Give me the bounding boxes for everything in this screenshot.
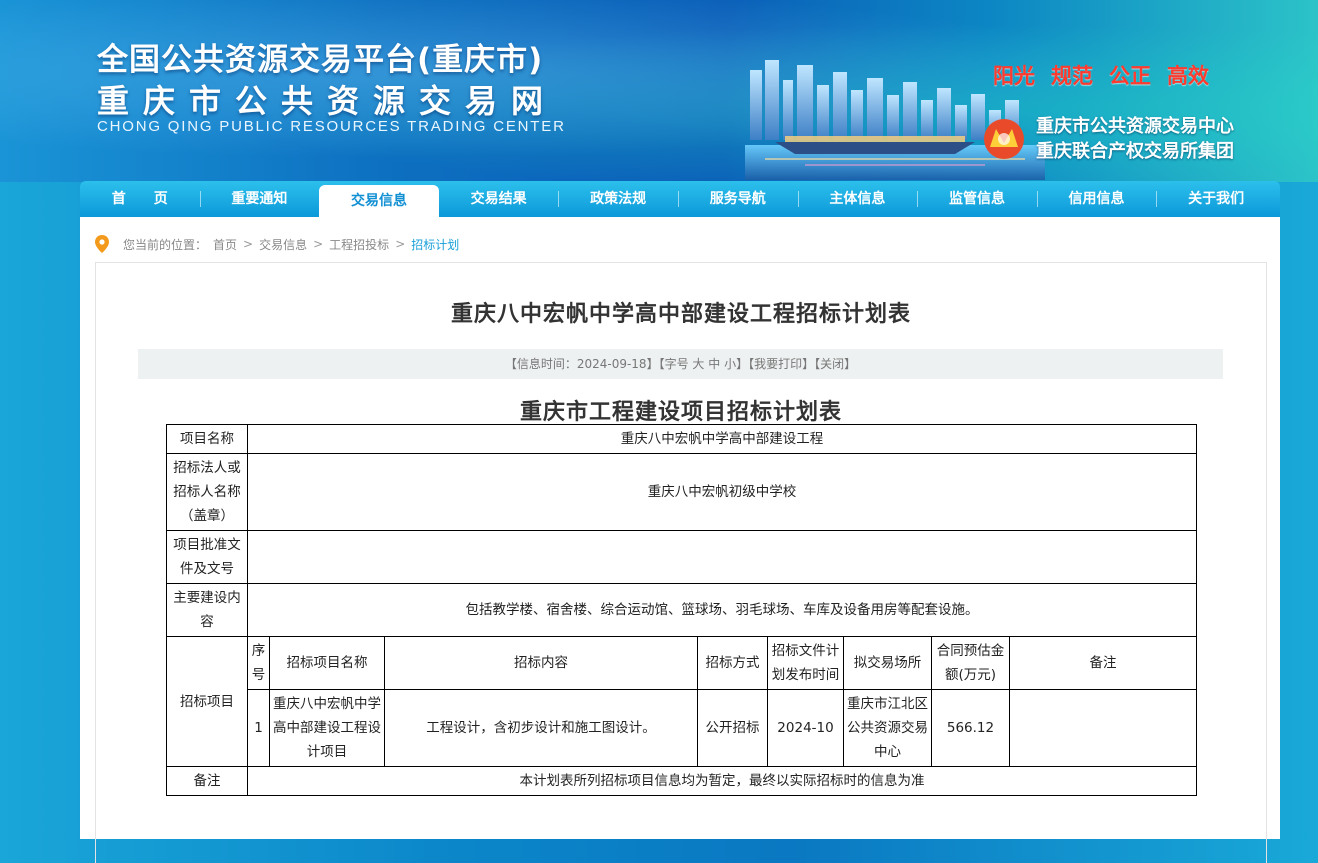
breadcrumb-separator: > bbox=[313, 237, 324, 251]
col-header-no: 序号 bbox=[247, 636, 270, 690]
font-medium-link[interactable]: 中 bbox=[708, 357, 720, 371]
col-header-name: 招标项目名称 bbox=[269, 636, 385, 690]
nav-item-service-guide[interactable]: 服务导航 bbox=[677, 181, 798, 217]
nav-item-policies[interactable]: 政策法规 bbox=[558, 181, 678, 217]
nav-item-entity-info[interactable]: 主体信息 bbox=[797, 181, 918, 217]
nav-item-supervision[interactable]: 监管信息 bbox=[917, 181, 1037, 217]
cell-remark bbox=[1009, 689, 1197, 767]
nav-item-home[interactable]: 首 页 bbox=[80, 181, 200, 217]
scope-label: 主要建设内容 bbox=[166, 583, 248, 637]
close-link[interactable]: 【关闭】 bbox=[814, 357, 856, 371]
main-content: 您当前的位置： 首页 > 交易信息 > 工程招投标 > 招标计划 重庆八中宏帆中… bbox=[80, 217, 1280, 863]
nav-item-notices[interactable]: 重要通知 bbox=[199, 181, 320, 217]
font-size-end: 】 bbox=[736, 357, 749, 371]
cell-method: 公开招标 bbox=[697, 689, 768, 767]
project-name-value: 重庆八中宏帆中学高中部建设工程 bbox=[247, 424, 1197, 454]
font-small-link[interactable]: 小 bbox=[724, 357, 736, 371]
breadcrumb-engineering[interactable]: 工程招投标 bbox=[329, 236, 389, 253]
col-header-content: 招标内容 bbox=[384, 636, 698, 690]
tenderer-label: 招标法人或招标人名称（盖章） bbox=[166, 453, 248, 531]
items-label: 招标项目 bbox=[166, 636, 248, 767]
col-header-venue: 拟交易场所 bbox=[843, 636, 932, 690]
organization-names: 重庆市公共资源交易中心 重庆联合产权交易所集团 bbox=[1036, 114, 1234, 164]
scope-value: 包括教学楼、宿舍楼、综合运动馆、篮球场、羽毛球场、车库及设备用房等配套设施。 bbox=[247, 583, 1197, 637]
breadcrumb-current[interactable]: 招标计划 bbox=[411, 236, 459, 253]
col-header-amount: 合同预估金额(万元) bbox=[931, 636, 1010, 690]
site-title-line2[interactable]: 重庆市公共资源交易网 bbox=[97, 76, 557, 122]
slogan-1: 阳光 bbox=[993, 64, 1035, 88]
breadcrumb-home[interactable]: 首页 bbox=[213, 236, 237, 253]
slogan-2: 规范 bbox=[1051, 64, 1093, 88]
cell-publish-time: 2024-10 bbox=[767, 689, 844, 767]
table-row: 备注 本计划表所列招标项目信息均为暂定，最终以实际招标时的信息为准 bbox=[166, 766, 1197, 796]
tenderer-value: 重庆八中宏帆初级中学校 bbox=[247, 453, 1197, 531]
info-time: 【信息时间：2024-09-18】 bbox=[504, 357, 659, 371]
note-value: 本计划表所列招标项目信息均为暂定，最终以实际招标时的信息为准 bbox=[247, 766, 1197, 796]
org-name-2: 重庆联合产权交易所集团 bbox=[1036, 141, 1234, 162]
breadcrumb-prefix: 您当前的位置： bbox=[123, 237, 208, 252]
col-header-publish-time: 招标文件计划发布时间 bbox=[767, 636, 844, 690]
bid-plan-table: 项目名称 重庆八中宏帆中学高中部建设工程 招标法人或招标人名称（盖章） 重庆八中… bbox=[166, 424, 1197, 796]
location-pin-icon bbox=[95, 235, 109, 253]
nav-item-about[interactable]: 关于我们 bbox=[1156, 181, 1276, 217]
table-row: 项目名称 重庆八中宏帆中学高中部建设工程 bbox=[166, 424, 1197, 454]
approval-label: 项目批准文件及文号 bbox=[166, 530, 248, 584]
table-row: 1 重庆八中宏帆中学高中部建设工程设计项目 工程设计，含初步设计和施工图设计。 … bbox=[167, 689, 1197, 767]
article-title: 重庆八中宏帆中学高中部建设工程招标计划表 bbox=[450, 301, 911, 327]
font-large-link[interactable]: 大 bbox=[692, 357, 704, 371]
table-title: 重庆市工程建设项目招标计划表 bbox=[519, 399, 842, 425]
main-nav: 首 页 重要通知 交易信息 交易结果 政策法规 服务导航 主体信息 监管信息 信… bbox=[80, 181, 1280, 217]
article-box: 重庆八中宏帆中学高中部建设工程招标计划表 【信息时间：2024-09-18】【字… bbox=[95, 262, 1267, 863]
slogan-4: 高效 bbox=[1167, 64, 1209, 88]
cell-no: 1 bbox=[247, 689, 270, 767]
breadcrumb-trading-info[interactable]: 交易信息 bbox=[259, 236, 307, 253]
cell-content: 工程设计，含初步设计和施工图设计。 bbox=[384, 689, 698, 767]
cell-venue: 重庆市江北区公共资源交易中心 bbox=[843, 689, 932, 767]
breadcrumb: 您当前的位置： 首页 > 交易信息 > 工程招投标 > 招标计划 bbox=[95, 235, 459, 253]
font-size-label: 【字号 bbox=[658, 357, 689, 371]
org-name-1: 重庆市公共资源交易中心 bbox=[1036, 116, 1234, 137]
breadcrumb-separator: > bbox=[243, 237, 254, 251]
slogan-3: 公正 bbox=[1109, 64, 1151, 88]
project-name-label: 项目名称 bbox=[166, 424, 248, 454]
cell-amount: 566.12 bbox=[931, 689, 1010, 767]
breadcrumb-separator: > bbox=[395, 237, 406, 251]
table-row: 项目批准文件及文号 bbox=[166, 530, 1197, 584]
table-row: 招标法人或招标人名称（盖章） 重庆八中宏帆初级中学校 bbox=[166, 453, 1197, 531]
cell-name: 重庆八中宏帆中学高中部建设工程设计项目 bbox=[269, 689, 385, 767]
table-row: 主要建设内容 包括教学楼、宿舍楼、综合运动馆、篮球场、羽毛球场、车库及设备用房等… bbox=[166, 583, 1197, 637]
site-header: 全国公共资源交易平台(重庆市) 重庆市公共资源交易网 CHONG QING PU… bbox=[0, 0, 1318, 182]
slogans: 阳光 规范 公正 高效 bbox=[993, 60, 1209, 90]
note-label: 备注 bbox=[166, 766, 248, 796]
table-header-row: 招标项目 序号 招标项目名称 招标内容 招标方式 招标文件计划发布时间 拟交易场… bbox=[166, 636, 1197, 767]
site-title-english: CHONG QING PUBLIC RESOURCES TRADING CENT… bbox=[97, 118, 566, 135]
nav-item-trading-results[interactable]: 交易结果 bbox=[439, 181, 559, 217]
org-logo-icon bbox=[984, 119, 1024, 159]
site-title-line1[interactable]: 全国公共资源交易平台(重庆市) bbox=[97, 34, 543, 79]
article-info-bar: 【信息时间：2024-09-18】【字号 大 中 小】【我要打印】【关闭】 bbox=[138, 349, 1223, 379]
col-header-method: 招标方式 bbox=[697, 636, 768, 690]
nav-item-credit[interactable]: 信用信息 bbox=[1036, 181, 1157, 217]
col-header-remark: 备注 bbox=[1009, 636, 1197, 690]
approval-value bbox=[247, 530, 1197, 584]
print-link[interactable]: 【我要打印】 bbox=[748, 357, 814, 371]
nav-item-trading-info[interactable]: 交易信息 bbox=[319, 185, 439, 217]
